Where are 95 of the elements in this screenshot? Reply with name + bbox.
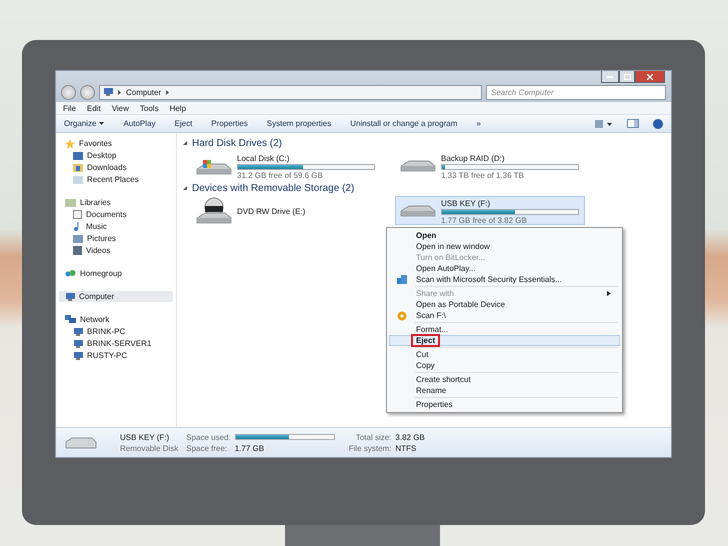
nav-item[interactable]: Videos — [59, 245, 173, 256]
triangle-icon — [165, 90, 170, 94]
menu-item[interactable]: File — [63, 104, 76, 112]
drive-tile[interactable]: USB KEY (F:) 1.77 GB free of 3.82 GB — [395, 196, 585, 225]
drive-name: Local Disk (C:) — [237, 154, 290, 162]
menu-item[interactable]: Open — [389, 230, 620, 241]
submenu-arrow-icon — [607, 291, 611, 296]
triangle-icon — [183, 186, 188, 191]
close-button[interactable] — [635, 71, 665, 83]
menu-item[interactable]: Create shortcut — [389, 374, 620, 385]
menu-item[interactable]: Copy — [389, 360, 620, 371]
forward-button[interactable] — [80, 84, 95, 100]
toolbar-button[interactable]: Organize — [64, 119, 116, 128]
menu-item[interactable]: Edit — [86, 104, 101, 112]
menu-item[interactable]: Scan with Microsoft Security Essentials... — [389, 274, 620, 285]
hard-drive-icon — [399, 160, 437, 172]
nav-item[interactable]: Favorites — [59, 138, 173, 149]
field-label: Total size: — [356, 432, 392, 442]
minimize-button[interactable] — [601, 71, 619, 83]
field-value: NTFS — [395, 444, 418, 452]
disc-icon — [397, 310, 407, 320]
field-value: 1.77 GB — [234, 444, 266, 452]
computer-icon — [65, 292, 75, 300]
hard-drive-icon — [64, 436, 98, 450]
menu-item[interactable]: Open in new window — [389, 241, 620, 252]
nav-item[interactable]: Desktop — [59, 150, 173, 161]
menu-item[interactable]: Open AutoPlay... — [389, 263, 620, 274]
drive-name: USB KEY (F:) — [120, 432, 170, 442]
menu-item[interactable]: Properties — [389, 399, 620, 410]
nav-item[interactable]: Pictures — [59, 233, 173, 244]
nav-item[interactable]: Homegroup — [59, 268, 173, 279]
group-header[interactable]: Hard Disk Drives (2) — [183, 137, 665, 150]
more-commands-button[interactable]: » — [476, 119, 492, 128]
nav-item[interactable]: BRINK-PC — [59, 326, 173, 337]
breadcrumb-item[interactable]: Computer — [126, 88, 162, 96]
nav-item[interactable]: Downloads — [59, 162, 173, 173]
toolbar-button[interactable]: Eject — [174, 119, 204, 128]
menu-item[interactable]: View — [112, 104, 129, 112]
free-space-text: 1.33 TB free of 1.36 TB — [441, 170, 525, 180]
menu-item[interactable]: Scan F:\ — [389, 310, 620, 321]
drive-tile[interactable]: Local Disk (C:) 31.2 GB free of 59.6 GB — [191, 151, 381, 180]
group-header[interactable]: Devices with Removable Storage (2) — [183, 182, 665, 195]
toolbar-button[interactable]: AutoPlay — [123, 119, 166, 128]
drive-type: Removable Disk — [120, 444, 178, 452]
field-label: Space free: — [186, 444, 228, 452]
menu-item[interactable]: Open as Portable Device — [389, 299, 620, 310]
drive-tile[interactable]: DVD RW Drive (E:) — [191, 196, 381, 225]
triangle-icon — [183, 141, 188, 146]
network-icon — [65, 315, 76, 324]
star-icon — [65, 138, 75, 148]
nav-item[interactable]: Libraries — [59, 197, 173, 208]
hard-drive-icon — [399, 204, 437, 216]
computer-icon — [73, 352, 83, 360]
free-space-text: 31.2 GB free of 59.6 GB — [237, 170, 324, 180]
field-label: File system: — [348, 444, 392, 452]
menu-item[interactable]: Rename — [389, 385, 620, 396]
nav-item[interactable]: Recent Places — [59, 174, 173, 185]
drive-name: DVD RW Drive (E:) — [237, 207, 306, 216]
document-icon — [73, 210, 82, 219]
menu-item[interactable]: Tools — [140, 104, 159, 112]
drive-name: USB KEY (F:) — [441, 198, 492, 208]
view-options-icon[interactable] — [595, 120, 613, 128]
field-value: 3.82 GB — [395, 432, 425, 442]
close-icon — [647, 74, 653, 80]
drive-tile[interactable]: Backup RAID (D:) 1.33 TB free of 1.36 TB — [395, 151, 585, 180]
computer-icon — [73, 328, 83, 336]
computer-icon — [73, 340, 83, 348]
homegroup-icon — [65, 269, 76, 278]
toolbar-button[interactable]: Properties — [211, 119, 259, 128]
maximize-icon — [624, 74, 630, 80]
nav-item[interactable]: Documents — [59, 209, 173, 220]
nav-item[interactable]: Music — [59, 221, 173, 232]
nav-item[interactable]: Computer — [59, 291, 173, 302]
drive-name: Backup RAID (D:) — [441, 154, 506, 162]
nav-item[interactable]: Network — [59, 314, 173, 325]
menu-item[interactable]: Format... — [389, 324, 620, 335]
address-bar[interactable]: Computer — [99, 84, 482, 100]
menu-item[interactable]: Help — [170, 104, 186, 112]
back-button[interactable] — [61, 84, 76, 100]
nav-item[interactable]: BRINK-SERVER1 — [59, 338, 173, 349]
toolbar-button[interactable]: Uninstall or change a program — [350, 119, 468, 128]
triangle-icon — [117, 90, 122, 94]
toolbar-button[interactable]: System properties — [266, 119, 342, 128]
caret-icon — [99, 122, 104, 125]
computer-icon — [103, 88, 113, 96]
nav-item[interactable]: RUSTY-PC — [59, 350, 173, 361]
menu-item[interactable]: Eject — [389, 335, 620, 346]
minimize-icon — [607, 76, 613, 78]
menu-item[interactable]: Cut — [389, 349, 620, 360]
free-space-text: 1.77 GB free of 3.82 GB — [441, 216, 528, 224]
search-field[interactable]: Search Computer — [486, 84, 666, 100]
maximize-button[interactable] — [619, 71, 635, 83]
dvd-drive-icon — [195, 196, 233, 224]
field-label: Space used: — [186, 432, 231, 442]
preview-pane-icon[interactable] — [627, 119, 639, 128]
